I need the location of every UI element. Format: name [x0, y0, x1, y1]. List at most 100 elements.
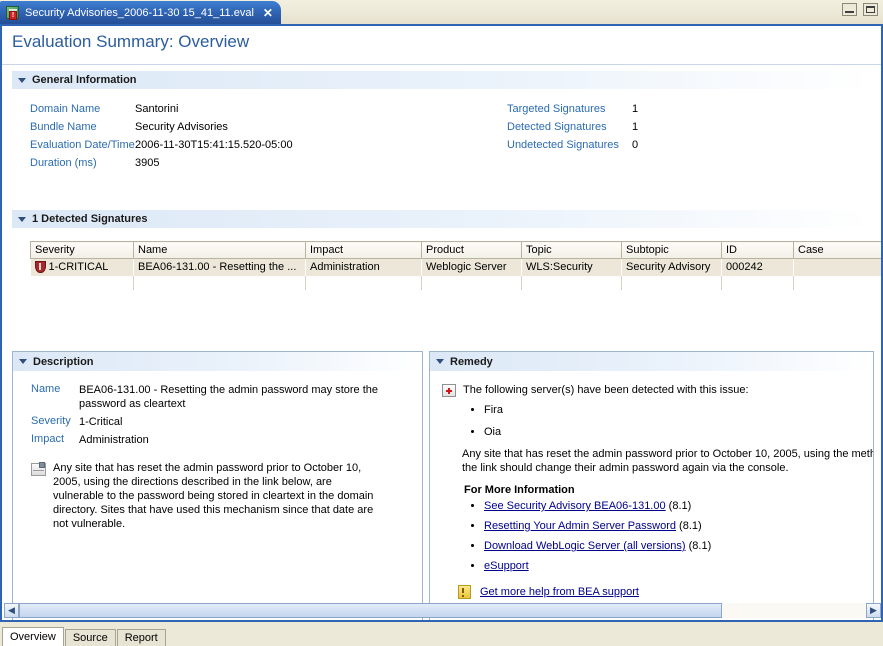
section-header-general-information[interactable]: General Information	[12, 70, 874, 89]
cell-empty	[793, 275, 881, 290]
column-header-impact[interactable]: Impact	[305, 241, 422, 259]
field-label-impact: Impact	[31, 433, 65, 445]
chevron-down-icon[interactable]	[436, 359, 444, 364]
cell-empty	[521, 275, 622, 290]
scroll-left-arrow-icon[interactable]: ◀	[4, 603, 19, 618]
cell-product: Weblogic Server	[421, 258, 522, 276]
description-note-text: Any site that has reset the admin passwo…	[53, 462, 374, 530]
link-esupport[interactable]: eSupport	[484, 560, 529, 572]
remedy-help-row: Get more help from BEA support	[458, 585, 873, 599]
list-item: Resetting Your Admin Server Password (8.…	[484, 519, 873, 533]
tab-report[interactable]: Report	[116, 629, 166, 646]
field-value-duration: 3905	[135, 157, 160, 169]
remedy-server-list: Fira Oia	[442, 403, 873, 439]
minimize-button[interactable]	[842, 3, 857, 16]
field-value-evaluation-date-time: 2006-11-30T15:41:15.520-05:00	[135, 139, 293, 151]
cell-impact: Administration	[305, 258, 422, 276]
remedy-link-list: See Security Advisory BEA06-131.00 (8.1)…	[442, 499, 873, 573]
field-label-detected-signatures: Detected Signatures	[507, 121, 607, 133]
field-value-domain-name: Santorini	[135, 103, 179, 115]
detected-signatures-table-wrapper: Severity Name Impact Product Topic Subto…	[30, 241, 881, 290]
section-detected-signatures: 1 Detected Signatures Severity Name Impa…	[12, 209, 881, 290]
section-title: 1 Detected Signatures	[32, 213, 148, 225]
column-header-severity[interactable]: Severity	[30, 241, 134, 259]
close-icon[interactable]: ✕	[263, 7, 273, 19]
scroll-right-arrow-icon[interactable]: ▶	[866, 603, 881, 618]
section-title: General Information	[32, 74, 137, 86]
section-title: Remedy	[450, 355, 493, 368]
list-item: Download WebLogic Server (all versions) …	[484, 539, 873, 553]
critical-shield-icon	[34, 261, 46, 274]
cell-subtopic: Security Advisory	[621, 258, 722, 276]
column-header-subtopic[interactable]: Subtopic	[621, 241, 722, 259]
link-version-suffix: (8.1)	[676, 520, 702, 532]
scrollbar-track[interactable]	[19, 603, 866, 618]
section-header-remedy[interactable]: Remedy	[430, 352, 873, 371]
note-icon	[31, 462, 46, 476]
application-window: ! Security Advisories_2006-11-30 15_41_1…	[0, 0, 883, 646]
remedy-paragraph: Any site that has reset the admin passwo…	[462, 447, 873, 475]
document-tab-label: Security Advisories_2006-11-30 15_41_11.…	[25, 6, 254, 19]
cell-topic: WLS:Security	[521, 258, 622, 276]
section-header-description[interactable]: Description	[13, 352, 422, 371]
general-info-row: Undetected Signatures 0	[507, 139, 638, 157]
link-get-more-help[interactable]: Get more help from BEA support	[480, 586, 639, 598]
first-aid-kit-icon	[442, 384, 456, 397]
section-title: Description	[33, 355, 94, 368]
link-resetting-admin-password[interactable]: Resetting Your Admin Server Password	[484, 520, 676, 532]
scrollbar-thumb[interactable]	[19, 603, 722, 618]
remedy-body: The following server(s) have been detect…	[430, 371, 873, 599]
field-value-detected-signatures: 1	[632, 121, 639, 133]
general-info-row: Targeted Signatures 1	[507, 103, 638, 121]
general-info-row: Detected Signatures 1	[507, 121, 638, 139]
field-value-severity: 1-Critical	[79, 416, 123, 428]
title-divider	[2, 64, 881, 65]
page-title: Evaluation Summary: Overview	[12, 32, 250, 51]
list-item: Fira	[484, 403, 873, 417]
general-info-row: Evaluation Date/Time 2006-11-30T15:41:15…	[30, 139, 293, 157]
table-row-empty	[30, 275, 881, 290]
cell-empty	[305, 275, 422, 290]
link-version-suffix: (8.1)	[665, 500, 692, 512]
editor-tab-strip: ! Security Advisories_2006-11-30 15_41_1…	[0, 0, 883, 24]
for-more-information-heading: For More Information	[464, 484, 575, 496]
cell-name: BEA06-131.00 - Resetting the ...	[133, 258, 306, 276]
field-label-targeted-signatures: Targeted Signatures	[507, 103, 606, 115]
description-note: Any site that has reset the admin passwo…	[31, 461, 422, 531]
column-header-topic[interactable]: Topic	[521, 241, 622, 259]
section-general-information: General Information Domain Name Santorin…	[12, 70, 874, 169]
cell-severity-label: 1-CRITICAL	[48, 261, 109, 274]
cell-severity: 1-CRITICAL	[30, 258, 134, 276]
field-label-name: Name	[31, 383, 61, 395]
column-header-product[interactable]: Product	[421, 241, 522, 259]
field-label-domain-name: Domain Name	[30, 103, 101, 115]
editor-area: Evaluation Summary: Overview General Inf…	[0, 24, 883, 622]
link-download-weblogic-server[interactable]: Download WebLogic Server (all versions)	[484, 540, 686, 552]
field-value-undetected-signatures: 0	[632, 139, 639, 151]
description-body: Name BEA06-131.00 - Resetting the admin …	[13, 371, 422, 531]
field-label-bundle-name: Bundle Name	[30, 121, 97, 133]
horizontal-scrollbar[interactable]: ◀ ▶	[4, 603, 881, 618]
field-label-evaluation-date-time: Evaluation Date/Time	[30, 139, 135, 151]
document-tab[interactable]: ! Security Advisories_2006-11-30 15_41_1…	[0, 1, 281, 24]
chevron-down-icon[interactable]	[19, 359, 27, 364]
table-row[interactable]: 1-CRITICAL BEA06-131.00 - Resetting the …	[30, 258, 881, 276]
cell-empty	[421, 275, 522, 290]
chevron-down-icon[interactable]	[18, 216, 26, 222]
link-security-advisory[interactable]: See Security Advisory BEA06-131.00	[484, 500, 666, 512]
tab-source[interactable]: Source	[64, 629, 116, 646]
maximize-button[interactable]	[863, 3, 878, 16]
description-row-impact: Impact Administration	[31, 433, 422, 447]
panel-description: Description Name BEA06-131.00 - Resettin…	[12, 351, 423, 620]
column-header-id[interactable]: ID	[721, 241, 794, 259]
section-header-detected-signatures[interactable]: 1 Detected Signatures	[12, 209, 874, 228]
table-header-row: Severity Name Impact Product Topic Subto…	[30, 241, 881, 259]
column-header-name[interactable]: Name	[133, 241, 306, 259]
list-item: eSupport	[484, 559, 873, 573]
remedy-lead-text: The following server(s) have been detect…	[463, 384, 749, 396]
eval-document-icon: !	[6, 5, 20, 20]
detected-signatures-table: Severity Name Impact Product Topic Subto…	[30, 241, 881, 290]
tab-overview[interactable]: Overview	[2, 627, 64, 646]
column-header-case[interactable]: Case	[793, 241, 881, 259]
chevron-down-icon[interactable]	[18, 77, 26, 83]
